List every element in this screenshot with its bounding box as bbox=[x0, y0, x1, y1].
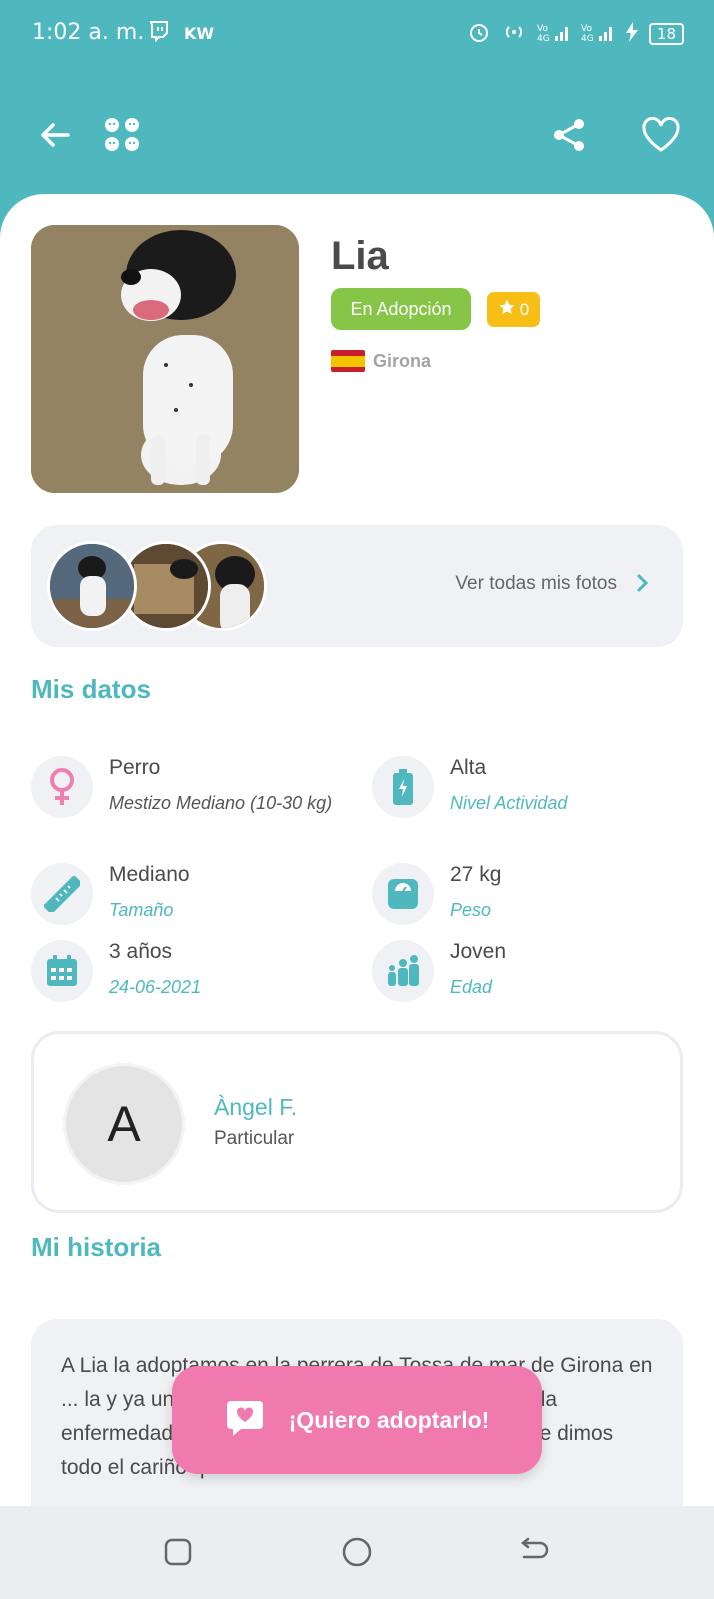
charging-icon bbox=[625, 22, 639, 46]
svg-text:Vo: Vo bbox=[581, 24, 592, 34]
hotspot-icon bbox=[501, 22, 527, 46]
svg-text:4G: 4G bbox=[581, 34, 594, 42]
species-value: Perro bbox=[109, 756, 161, 779]
pet-name: Lia bbox=[331, 234, 389, 278]
arrow-left-icon[interactable] bbox=[32, 112, 78, 158]
owner-name[interactable]: Àngel F. bbox=[214, 1094, 297, 1121]
data-item-life-stage: Joven Edad bbox=[372, 940, 692, 1020]
size-label: Tamaño bbox=[109, 900, 174, 920]
see-all-photos-label[interactable]: Ver todas mis fotos bbox=[455, 573, 617, 595]
battery-indicator: 18 bbox=[648, 23, 684, 45]
pet-detail-sheet: Lia En Adopción 0 Girona Ver todas mis f… bbox=[0, 194, 714, 1506]
spain-flag-icon bbox=[331, 350, 365, 372]
birthdate-value: 24-06-2021 bbox=[109, 977, 202, 997]
avatar: A bbox=[63, 1063, 185, 1185]
data-item-age: 3 años 24-06-2021 bbox=[31, 940, 351, 1020]
mi-historia-title: Mi historia bbox=[31, 1232, 162, 1262]
heart-outline-icon[interactable] bbox=[638, 112, 684, 158]
mis-datos-title: Mis datos bbox=[31, 674, 151, 704]
kw-icon: KW bbox=[184, 23, 215, 43]
data-item-species: Perro Mestizo Mediano (10-30 kg) bbox=[31, 756, 351, 851]
svg-text:Vo: Vo bbox=[537, 24, 548, 34]
svg-text:4G: 4G bbox=[537, 34, 550, 42]
status-left-icons: KW bbox=[148, 20, 214, 46]
signal-1-icon: Vo 4G bbox=[537, 22, 571, 46]
data-item-size: Mediano Tamaño bbox=[31, 863, 351, 943]
signal-2-icon: Vo 4G bbox=[581, 22, 615, 46]
weight-label: Peso bbox=[450, 900, 492, 920]
age-value: 3 años bbox=[109, 940, 173, 963]
home-icon[interactable] bbox=[339, 1534, 375, 1570]
activity-label: Nivel Actividad bbox=[450, 793, 568, 813]
life-stage-label: Edad bbox=[450, 977, 493, 997]
heart-chat-icon bbox=[225, 1397, 265, 1443]
location-label: Girona bbox=[373, 350, 432, 371]
status-time: 1:02 a. m. bbox=[32, 20, 145, 45]
calendar-icon bbox=[31, 940, 93, 1002]
stars-count: 0 bbox=[519, 299, 530, 319]
status-right-icons: Vo 4G Vo 4G 18 bbox=[467, 20, 684, 48]
data-item-weight: 27 kg Peso bbox=[372, 863, 692, 943]
weight-value: 27 kg bbox=[450, 863, 502, 886]
scale-icon bbox=[372, 863, 434, 925]
owner-type: Particular bbox=[214, 1128, 295, 1149]
female-icon bbox=[31, 756, 93, 818]
chevron-right-icon bbox=[633, 571, 653, 600]
adopt-button-label: ¡Quiero adoptarlo! bbox=[288, 1406, 490, 1433]
photos-gallery-link[interactable]: Ver todas mis fotos bbox=[31, 525, 683, 647]
app-bar bbox=[0, 100, 714, 170]
adopt-button[interactable]: ¡Quiero adoptarlo! bbox=[172, 1366, 542, 1474]
back-nav-icon[interactable] bbox=[516, 1534, 552, 1570]
stars-badge: 0 bbox=[487, 292, 540, 327]
system-nav-bar bbox=[0, 1506, 714, 1599]
pet-main-photo[interactable] bbox=[31, 225, 299, 493]
life-stage-value: Joven bbox=[450, 940, 507, 963]
status-bar: 1:02 a. m. KW Vo 4G Vo 4G 18 bbox=[0, 0, 714, 70]
size-value: Mediano bbox=[109, 863, 190, 886]
adoption-status-badge: En Adopción bbox=[331, 288, 471, 330]
twitch-icon bbox=[148, 20, 170, 46]
owner-card[interactable]: A Àngel F. Particular bbox=[31, 1031, 683, 1213]
activity-value: Alta bbox=[450, 756, 487, 779]
share-icon[interactable] bbox=[546, 112, 592, 158]
family-icon bbox=[372, 940, 434, 1002]
location: Girona bbox=[331, 350, 431, 372]
pets-logo-icon[interactable] bbox=[100, 112, 146, 158]
star-icon bbox=[498, 298, 516, 321]
data-item-activity: Alta Nivel Actividad bbox=[372, 756, 692, 836]
battery-icon bbox=[372, 756, 434, 818]
recents-icon[interactable] bbox=[160, 1534, 196, 1570]
breed-value: Mestizo Mediano (10-30 kg) bbox=[109, 793, 333, 813]
photo-thumbnail bbox=[47, 541, 137, 631]
ruler-icon bbox=[31, 863, 93, 925]
alarm-icon bbox=[467, 20, 491, 48]
